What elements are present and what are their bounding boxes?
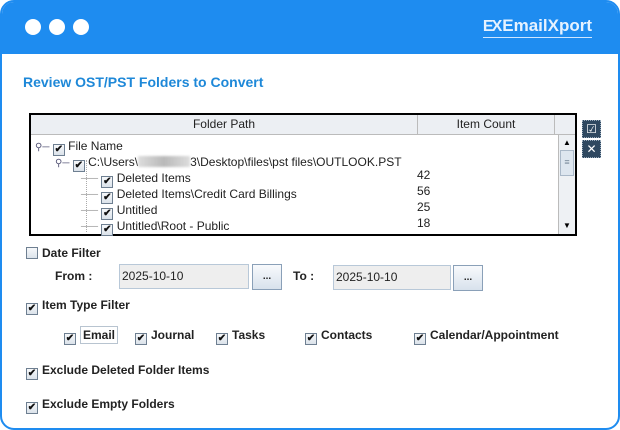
checkbox[interactable] bbox=[26, 247, 38, 259]
checkbox[interactable]: ✔ bbox=[135, 333, 147, 345]
brand-logo: EX EmailXport bbox=[482, 16, 592, 38]
tree-root-label: File Name bbox=[68, 139, 123, 153]
window-dot-3[interactable] bbox=[73, 19, 89, 35]
exclude-empty-label: Exclude Empty Folders bbox=[42, 397, 175, 411]
window-dot-1[interactable] bbox=[25, 19, 41, 35]
vertical-scrollbar[interactable]: ▲ ≡ ▼ bbox=[558, 135, 575, 234]
column-header-item-count[interactable]: Item Count bbox=[418, 115, 555, 135]
checkbox[interactable]: ✔ bbox=[216, 333, 228, 345]
redacted-username bbox=[138, 156, 191, 167]
type-calendar-checkbox[interactable]: ✔ Calendar/Appointment bbox=[414, 328, 559, 345]
deselect-all-icon[interactable]: ✕ bbox=[582, 140, 601, 158]
type-email-checkbox[interactable]: ✔ Email bbox=[64, 326, 119, 345]
checkbox[interactable]: ✔ bbox=[414, 333, 426, 345]
type-email-label: Email bbox=[80, 326, 119, 344]
item-count: 56 bbox=[417, 184, 431, 198]
item-count: 18 bbox=[417, 216, 431, 230]
title-bar: EX EmailXport bbox=[2, 2, 618, 54]
checkbox[interactable]: ✔ bbox=[101, 224, 114, 236]
folder-table: Folder Path Item Count ⚲─ ✔ File Name ⚲─… bbox=[29, 113, 577, 236]
tree-expand-icon[interactable]: ⚲─ bbox=[55, 158, 69, 169]
table-row[interactable]: ── ✔ Untitled bbox=[81, 202, 158, 220]
exclude-deleted-checkbox[interactable]: ✔ Exclude Deleted Folder Items bbox=[26, 363, 209, 380]
to-date-input[interactable]: 2025-10-10 bbox=[333, 265, 451, 290]
tree-root[interactable]: ⚲─ ✔ File Name bbox=[35, 138, 123, 156]
exclude-deleted-label: Exclude Deleted Folder Items bbox=[42, 363, 210, 377]
checkbox[interactable]: ✔ bbox=[26, 368, 38, 380]
scroll-down-icon[interactable]: ▼ bbox=[560, 219, 574, 233]
checkbox[interactable]: ✔ bbox=[26, 402, 38, 414]
type-journal-label: Journal bbox=[151, 328, 195, 342]
file-path-suffix: 3\Desktop\files\pst files\OUTLOOK.PST bbox=[190, 155, 402, 169]
tree-file[interactable]: ⚲─ ✔ C:\Users\ 3\Desktop\files\pst files\… bbox=[55, 154, 402, 172]
scroll-up-icon[interactable]: ▲ bbox=[560, 136, 574, 150]
page-title: Review OST/PST Folders to Convert bbox=[23, 74, 264, 90]
file-path-prefix: C:\Users\ bbox=[88, 155, 139, 169]
checkbox[interactable]: ✔ bbox=[305, 333, 317, 345]
scroll-thumb[interactable]: ≡ bbox=[560, 150, 574, 176]
item-count: 42 bbox=[417, 168, 431, 182]
type-calendar-label: Calendar/Appointment bbox=[430, 328, 559, 342]
checkbox[interactable]: ✔ bbox=[64, 333, 76, 345]
tree-expand-icon[interactable]: ⚲─ bbox=[35, 142, 49, 153]
table-row[interactable]: ── ✔ Deleted Items\Credit Card Billings bbox=[81, 186, 297, 204]
item-type-filter-checkbox[interactable]: ✔ Item Type Filter bbox=[26, 298, 130, 315]
window-dot-2[interactable] bbox=[49, 19, 65, 35]
type-contacts-checkbox[interactable]: ✔ Contacts bbox=[305, 328, 372, 345]
column-header-corner bbox=[555, 115, 575, 135]
folder-name: Deleted Items bbox=[116, 171, 191, 185]
item-count: 25 bbox=[417, 200, 431, 214]
column-header-folder-path[interactable]: Folder Path bbox=[31, 115, 418, 135]
from-label: From : bbox=[55, 269, 93, 283]
table-row[interactable]: ── ✔ Untitled\Root - Public bbox=[81, 218, 230, 236]
from-date-picker-button[interactable]: ... bbox=[252, 264, 282, 290]
folder-name: Deleted Items\Credit Card Billings bbox=[116, 187, 297, 201]
type-tasks-checkbox[interactable]: ✔ Tasks bbox=[216, 328, 265, 345]
select-all-icon[interactable]: ☑ bbox=[582, 120, 601, 138]
checkbox[interactable]: ✔ bbox=[26, 303, 38, 315]
app-window: EX EmailXport Review OST/PST Folders to C… bbox=[0, 0, 620, 430]
folder-name: Untitled\Root - Public bbox=[116, 219, 230, 233]
folder-name: Untitled bbox=[116, 203, 158, 217]
date-filter-checkbox[interactable]: Date Filter bbox=[26, 246, 101, 260]
date-filter-label: Date Filter bbox=[42, 246, 101, 260]
item-type-filter-label: Item Type Filter bbox=[42, 298, 130, 312]
type-journal-checkbox[interactable]: ✔ Journal bbox=[135, 328, 194, 345]
table-row[interactable]: ── ✔ Deleted Items bbox=[81, 170, 191, 188]
exclude-empty-checkbox[interactable]: ✔ Exclude Empty Folders bbox=[26, 397, 175, 414]
type-contacts-label: Contacts bbox=[321, 328, 373, 342]
to-date-picker-button[interactable]: ... bbox=[453, 265, 483, 291]
type-tasks-label: Tasks bbox=[232, 328, 266, 342]
to-label: To : bbox=[293, 269, 315, 283]
from-date-input[interactable]: 2025-10-10 bbox=[119, 264, 249, 289]
